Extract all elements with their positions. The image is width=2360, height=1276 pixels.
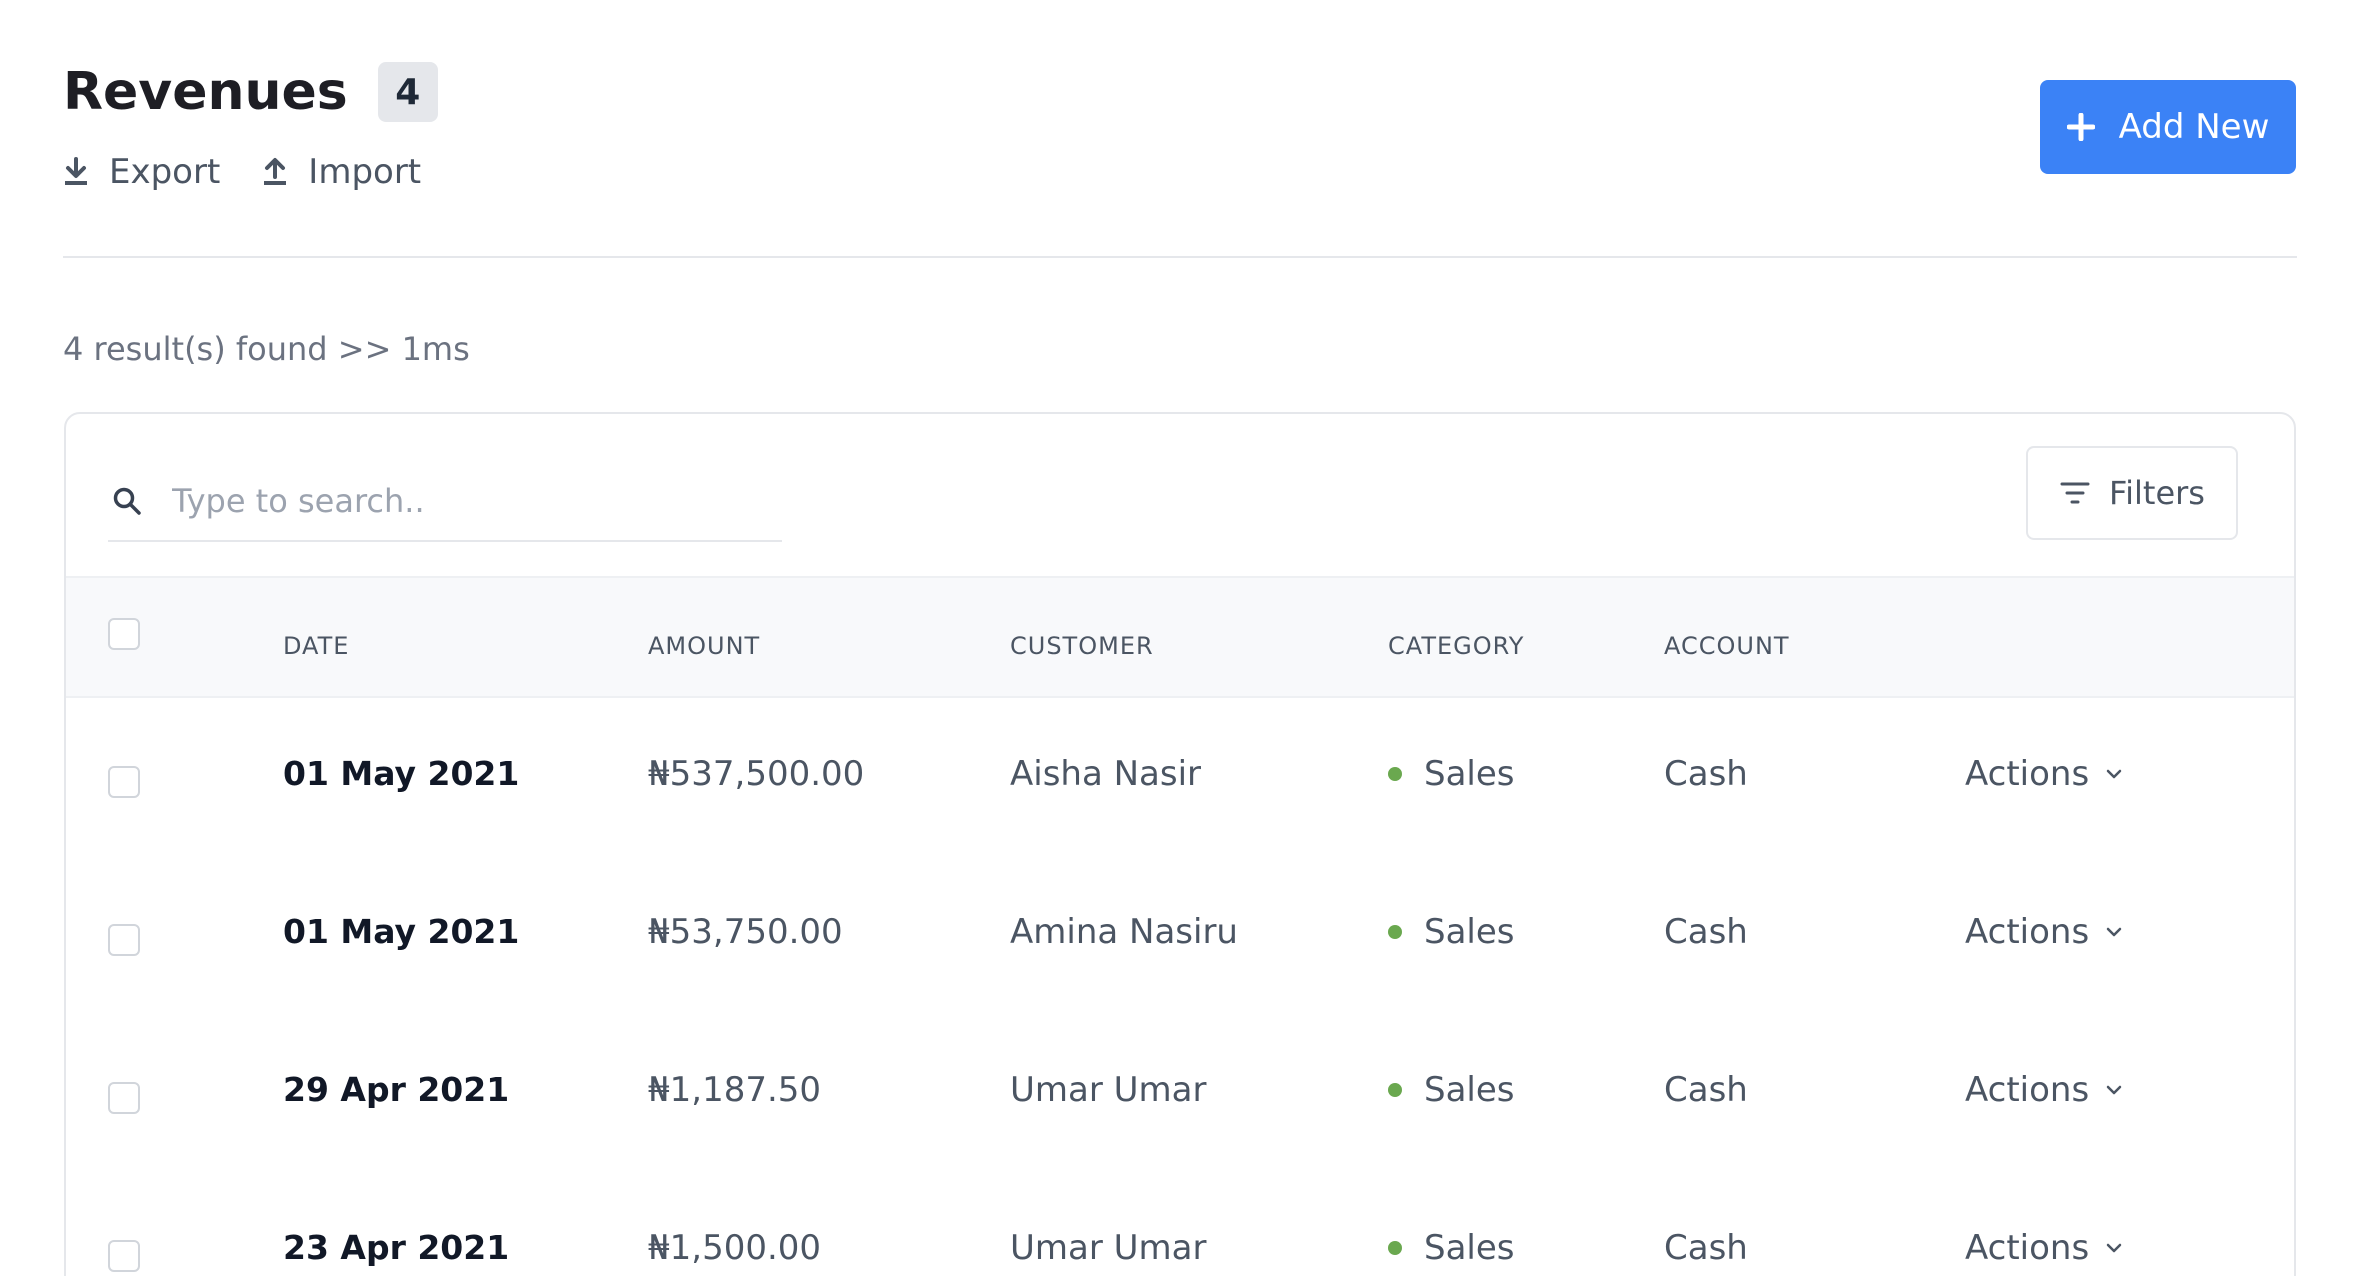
download-icon (65, 157, 87, 185)
plus-icon (2066, 113, 2095, 141)
row-category-label: Sales (1424, 912, 1515, 952)
table-row[interactable]: 01 May 2021 ₦537,500.00 Aisha Nasir Sale… (66, 696, 2294, 854)
row-amount: ₦53,750.00 (648, 912, 843, 952)
row-customer: Aisha Nasir (1010, 754, 1202, 794)
column-header-category[interactable]: CATEGORY (1388, 632, 1524, 660)
row-category-label: Sales (1424, 1070, 1515, 1110)
row-account: Cash (1664, 1228, 1748, 1268)
filters-button[interactable]: Filters (2026, 446, 2238, 540)
revenues-page: Revenues 4 Export Import Add New 4 resul… (0, 0, 2360, 1276)
column-header-customer[interactable]: CUSTOMER (1010, 632, 1154, 660)
row-category: Sales (1388, 1228, 1515, 1268)
chevron-down-icon (2106, 1085, 2122, 1095)
count-badge: 4 (377, 62, 438, 122)
row-actions-dropdown[interactable]: Actions (1965, 754, 2123, 794)
category-dot (1388, 1082, 1402, 1097)
search-input[interactable] (170, 481, 734, 521)
row-category: Sales (1388, 1070, 1515, 1110)
row-account: Cash (1664, 912, 1748, 952)
title-row: Revenues 4 (63, 56, 438, 128)
category-dot (1388, 766, 1402, 781)
row-category: Sales (1388, 754, 1515, 794)
row-actions-dropdown[interactable]: Actions (1965, 912, 2123, 952)
table-row[interactable]: 01 May 2021 ₦53,750.00 Amina Nasiru Sale… (66, 854, 2294, 1012)
import-label: Import (308, 152, 422, 192)
chevron-down-icon (2106, 769, 2122, 779)
chevron-down-icon (2106, 1243, 2122, 1253)
row-category-label: Sales (1424, 754, 1515, 794)
results-summary: 4 result(s) found >> 1ms (63, 330, 470, 368)
row-category-label: Sales (1424, 1228, 1515, 1268)
import-export-row: Export Import (63, 152, 463, 192)
add-new-label: Add New (2118, 107, 2270, 147)
table-row[interactable]: 23 Apr 2021 ₦1,500.00 Umar Umar Sales Ca… (66, 1170, 2294, 1276)
row-date: 23 Apr 2021 (283, 1228, 510, 1267)
search-bar (108, 462, 782, 542)
revenues-table-card: Filters DATE AMOUNT CUSTOMER CATEGORY AC… (64, 412, 2296, 1276)
row-actions-label: Actions (1965, 1070, 2090, 1110)
column-header-amount[interactable]: AMOUNT (648, 632, 760, 660)
table-row[interactable]: 29 Apr 2021 ₦1,187.50 Umar Umar Sales Ca… (66, 1012, 2294, 1170)
row-checkbox[interactable] (108, 1240, 140, 1272)
row-amount: ₦537,500.00 (648, 754, 865, 794)
row-actions-dropdown[interactable]: Actions (1965, 1228, 2123, 1268)
add-new-button[interactable]: Add New (2040, 80, 2296, 174)
header-divider (63, 256, 2297, 258)
category-dot (1388, 924, 1402, 939)
row-checkbox[interactable] (108, 924, 140, 956)
row-actions-label: Actions (1965, 912, 2090, 952)
filter-icon (2060, 482, 2090, 504)
upload-icon (264, 158, 287, 185)
filters-label: Filters (2109, 474, 2205, 512)
row-amount: ₦1,187.50 (648, 1070, 822, 1110)
import-button[interactable]: Import (262, 152, 421, 192)
row-date: 01 May 2021 (283, 754, 520, 793)
row-customer: Umar Umar (1010, 1228, 1207, 1268)
row-account: Cash (1664, 1070, 1748, 1110)
row-checkbox[interactable] (108, 766, 140, 798)
row-customer: Umar Umar (1010, 1070, 1207, 1110)
page-title: Revenues (63, 62, 348, 122)
page-header: Revenues 4 Export Import Add New (63, 56, 2296, 256)
row-account: Cash (1664, 754, 1748, 794)
table-header: DATE AMOUNT CUSTOMER CATEGORY ACCOUNT (66, 576, 2294, 698)
row-date: 29 Apr 2021 (283, 1070, 510, 1109)
row-amount: ₦1,500.00 (648, 1228, 822, 1268)
row-checkbox[interactable] (108, 1082, 140, 1114)
column-header-account[interactable]: ACCOUNT (1664, 632, 1790, 660)
select-all-checkbox[interactable] (108, 618, 140, 650)
row-actions-dropdown[interactable]: Actions (1965, 1070, 2123, 1110)
category-dot (1388, 1240, 1402, 1255)
export-label: Export (109, 152, 221, 192)
chevron-down-icon (2106, 927, 2122, 937)
row-actions-label: Actions (1965, 754, 2090, 794)
row-date: 01 May 2021 (283, 912, 520, 951)
search-icon (113, 487, 141, 515)
row-actions-label: Actions (1965, 1228, 2090, 1268)
column-header-date[interactable]: DATE (283, 632, 349, 660)
row-customer: Amina Nasiru (1010, 912, 1238, 952)
row-category: Sales (1388, 912, 1515, 952)
export-button[interactable]: Export (63, 152, 220, 192)
